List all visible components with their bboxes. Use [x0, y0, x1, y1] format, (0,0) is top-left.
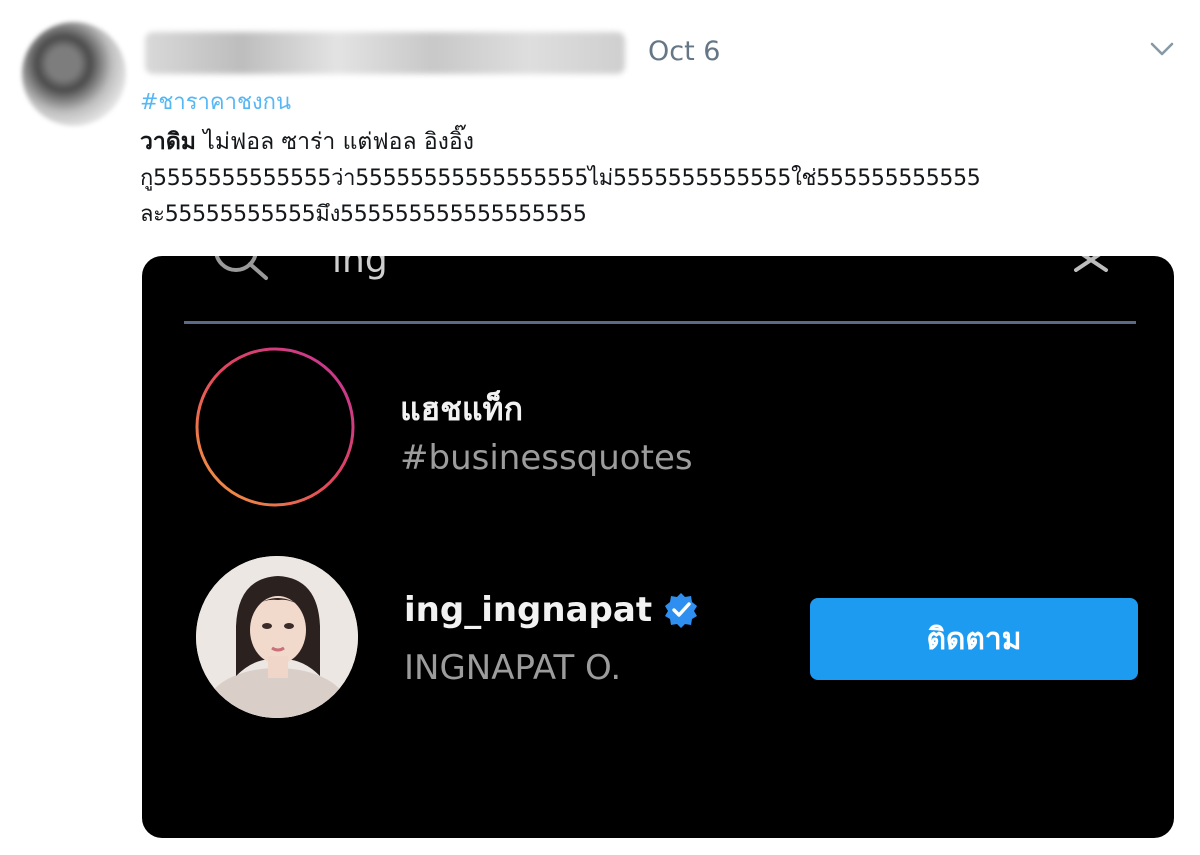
embedded-screenshot[interactable]: ing แฮชแท็ก #businessquotes ing_ingnapat…	[142, 256, 1174, 838]
chevron-down-icon[interactable]	[1148, 38, 1176, 60]
tweet-hashtag-link[interactable]: #ชาราคาชงกน	[140, 84, 291, 119]
tweet-date[interactable]: Oct 6	[648, 36, 720, 67]
close-icon	[1074, 256, 1108, 272]
follow-button[interactable]: ติดตาม	[810, 598, 1138, 680]
tweet-text-bold: วาดิม	[140, 129, 196, 155]
hashtag-result-name[interactable]: #businessquotes	[400, 438, 693, 478]
author-name-redacted	[145, 32, 625, 74]
username-row[interactable]: ing_ingnapat	[404, 590, 700, 630]
search-divider	[184, 321, 1136, 324]
result-type-label: แฮชแท็ก	[400, 390, 523, 428]
search-query: ing	[332, 256, 388, 281]
author-avatar[interactable]	[22, 22, 126, 126]
search-icon	[214, 256, 268, 280]
tweet-text-line-1: วาดิม ไม่ฟอล ซาร่า แต่ฟอล อิงอิ๊ง	[140, 124, 474, 160]
hashtag-icon	[195, 347, 355, 507]
tweet-text-line-2: กู5555555555555ว่า55555555555555555ไม่55…	[140, 166, 981, 191]
portrait-image	[196, 556, 358, 718]
verified-badge-icon	[665, 593, 698, 628]
tweet-text-line-3: ละ55555555555มึง555555555555555555	[140, 202, 587, 227]
tweet-text-rest: ไม่ฟอล ซาร่า แต่ฟอล อิงอิ๊ง	[195, 129, 474, 155]
username[interactable]: ing_ingnapat	[404, 590, 652, 630]
user-full-name: INGNAPAT O.	[404, 648, 622, 688]
user-avatar[interactable]	[196, 556, 358, 718]
